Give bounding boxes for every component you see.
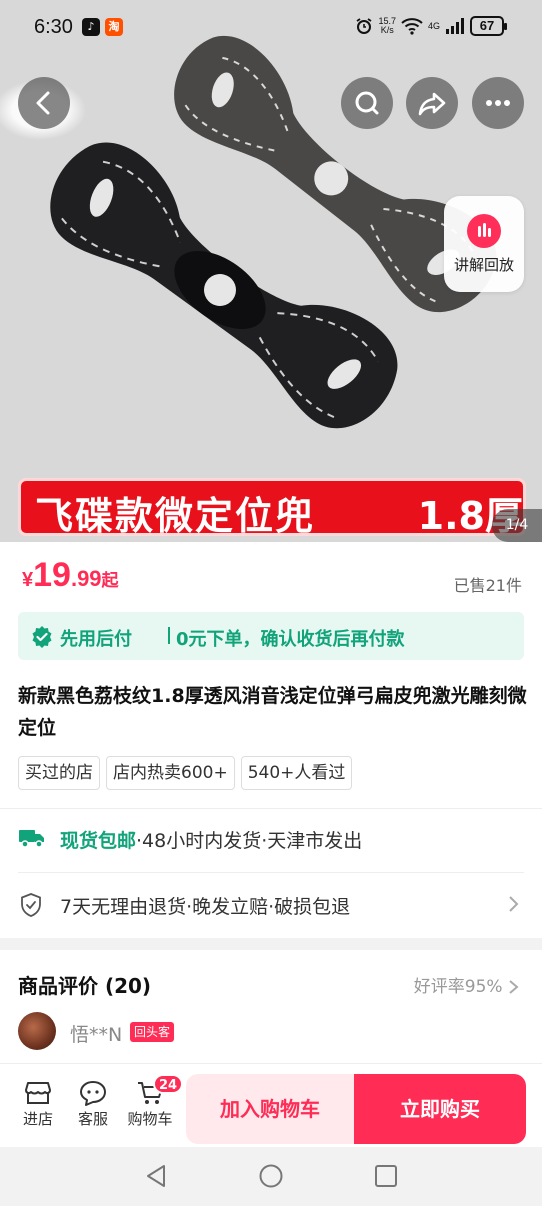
taobao-icon: 淘 [105,18,123,36]
service-label: 客服 [77,1110,108,1128]
product-title: 新款黑色荔枝纹1.8厚透风消音浅定位弹弓扁皮兜激光雕刻微定位 [18,685,527,739]
back-arrow-icon [36,91,50,115]
nav-back-icon[interactable] [144,1163,168,1189]
replay-label: 讲解回放 [453,256,514,274]
pay-later-banner[interactable]: 先用后付 0元下单，确认收货后再付款 [18,612,524,660]
net-speed: 15.7 K/s [378,16,396,35]
nav-home-icon[interactable] [258,1163,284,1189]
shipping-highlight: 现货包邮 [60,830,137,852]
guarantee-row[interactable]: 7天无理由退货·晚发立赔·破损包退 [18,886,524,926]
more-button[interactable] [472,77,524,129]
product-image-gallery[interactable]: 6:30 ♪ 淘 15.7 K/s 4G 67 讲解回放 飞碟款微定位兜 1.8… [0,0,542,542]
sold-count: 已售21件 [453,576,522,595]
price-row: ¥19.99起 已售21件 [0,542,542,606]
tag-bought-store[interactable]: 买过的店 [18,756,100,790]
repeat-customer-badge: 回头客 [130,1022,175,1042]
pay-later-desc: 0元下单，确认收货后再付款 [176,629,405,650]
pay-later-divider [168,627,170,644]
search-button[interactable] [341,77,393,129]
tiktok-icon: ♪ [82,18,100,36]
product-info-card: ¥19.99起 已售21件 先用后付 0元下单，确认收货后再付款 新款黑色荔枝纹… [0,542,542,1063]
add-to-cart-button[interactable]: 加入购物车 [186,1074,354,1144]
positive-rate: 好评率95% [413,977,503,997]
more-icon [486,100,510,106]
tag-hot-sale[interactable]: 店内热卖600+ [106,756,235,790]
reviews-rate[interactable]: 好评率95% [414,972,520,997]
nav-recents-icon[interactable] [374,1163,398,1189]
reviewer-avatar [18,1012,56,1050]
network-type: 4G [427,21,440,31]
store-icon [25,1082,51,1104]
replay-bars-icon [467,214,501,248]
status-time: 6:30 [34,16,73,38]
store-label: 进店 [22,1110,53,1128]
chat-icon [80,1081,106,1106]
price: ¥19.99起 [22,556,119,594]
image-counter: 1/4 [492,509,542,542]
reviewer-name: 悟**N [70,1024,123,1046]
divider [18,872,524,873]
share-icon [418,92,446,116]
reviews-heading[interactable]: 商品评价 (20) [18,970,151,999]
cart-count-badge: 24 [153,1074,184,1094]
truck-icon [19,830,44,848]
shipping-row[interactable]: 现货包邮·48小时内发货·天津市发出 [18,820,524,860]
chevron-right-icon [509,980,519,994]
pay-later-title: 先用后付 [60,629,132,650]
status-bar: 6:30 ♪ 淘 15.7 K/s 4G 67 [0,0,542,56]
image-banner: 飞碟款微定位兜 1.8厚 [18,478,526,538]
wifi-icon [401,18,423,35]
buy-now-button[interactable]: 立即购买 [354,1074,526,1144]
section-separator [0,938,542,950]
live-replay-button[interactable]: 讲解回放 [444,196,524,292]
shipping-details: ·48小时内发货·天津市发出 [136,830,363,852]
store-button[interactable]: 进店 [13,1080,63,1129]
chevron-right-icon [509,896,519,912]
guarantee-text: 7天无理由退货·晚发立赔·破损包退 [60,896,351,918]
product-tags: 买过的店 店内热卖600+ 540+人看过 [18,756,353,790]
share-button[interactable] [406,77,458,129]
cart-label: 购物车 [127,1110,173,1128]
shield-check-icon [21,893,41,917]
system-navigation-bar [0,1147,542,1206]
check-shield-icon [32,626,52,648]
signal-icon [446,18,464,34]
battery-indicator: 67 [470,16,507,36]
search-icon [355,91,379,115]
alarm-icon [356,18,372,34]
customer-service-button[interactable]: 客服 [68,1080,118,1129]
bottom-action-bar: 进店 客服 购物车 24 加入购物车 立即购买 [0,1063,542,1147]
banner-title: 飞碟款微定位兜 [35,494,316,538]
divider [0,808,542,809]
back-button[interactable] [18,77,70,129]
cart-button[interactable]: 购物车 24 [125,1074,184,1129]
tag-viewers[interactable]: 540+人看过 [240,756,353,790]
